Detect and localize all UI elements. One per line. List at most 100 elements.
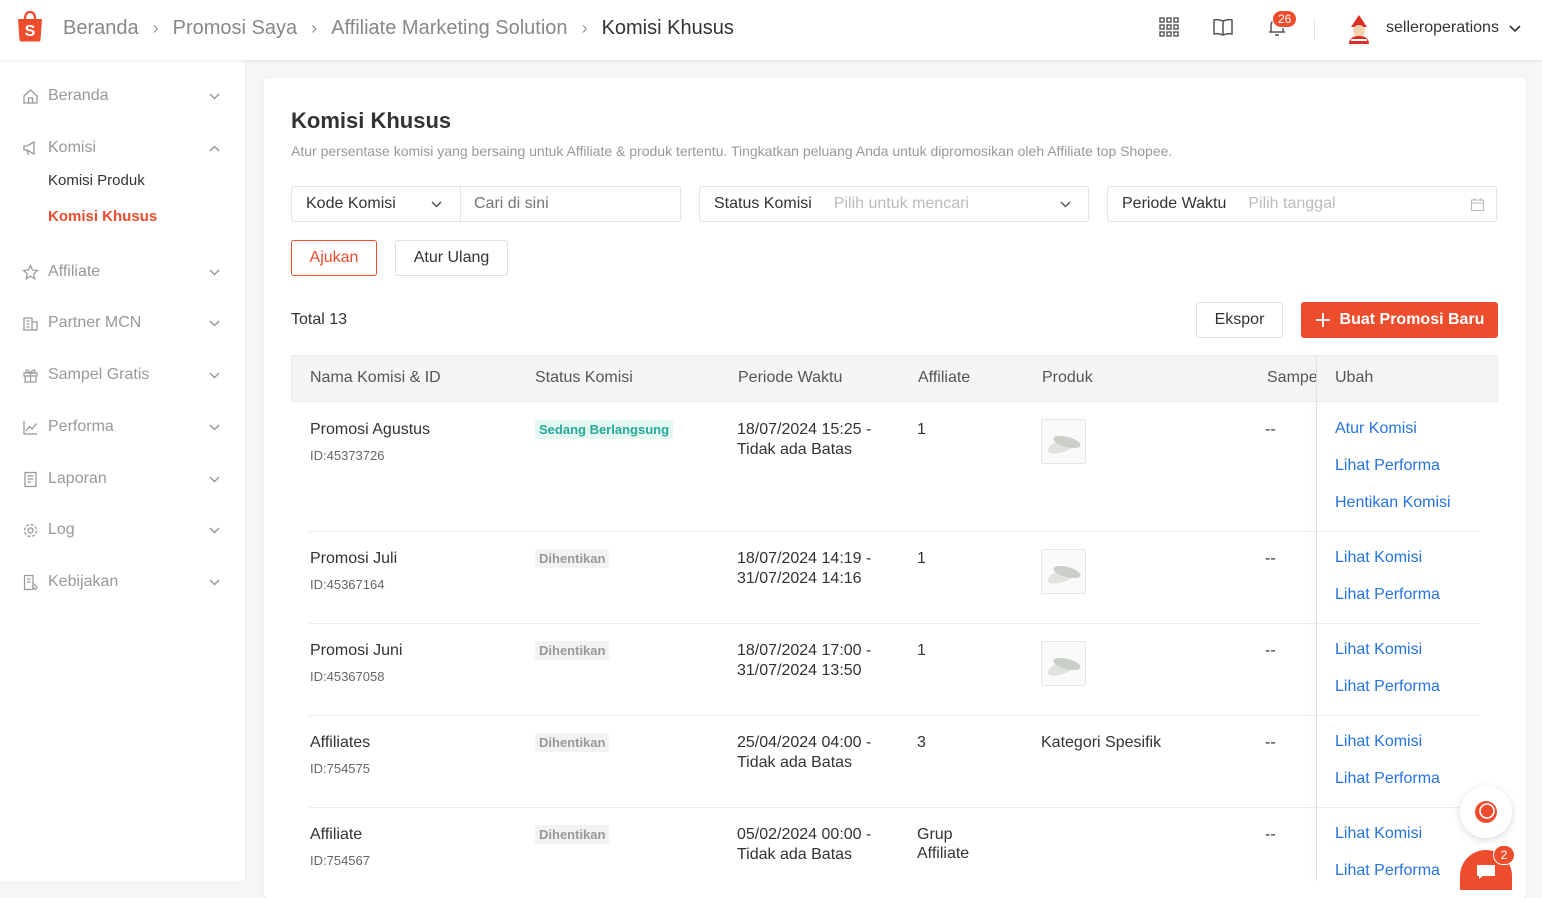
sidebar-item-label: Affiliate <box>48 263 101 280</box>
product-thumbnail[interactable] <box>1041 641 1086 686</box>
sidebar-item-label: Beranda <box>48 87 109 104</box>
chevron-down-icon <box>1060 201 1071 208</box>
view-commission-link[interactable]: Lihat Komisi <box>1335 825 1422 843</box>
sidebar-item-label: Performa <box>48 418 114 435</box>
status-badge: Dihentikan <box>535 825 610 844</box>
commission-name: Promosi Juni <box>310 642 403 659</box>
reset-button[interactable]: Atur Ulang <box>395 240 508 276</box>
commission-id: ID:45373726 <box>310 448 385 463</box>
commission-id: ID:45367058 <box>310 669 385 684</box>
chevron-down-icon[interactable] <box>1508 22 1522 36</box>
breadcrumb: Beranda › Promosi Saya › Affiliate Marke… <box>63 17 734 40</box>
status-badge: Sedang Berlangsung <box>535 420 674 439</box>
product-thumbnail[interactable] <box>1041 419 1086 464</box>
view-performance-link[interactable]: Lihat Performa <box>1335 457 1440 475</box>
chevron-down-icon[interactable] <box>208 576 221 589</box>
chevron-right-icon: › <box>152 18 159 38</box>
sandal-product-image <box>1047 435 1081 454</box>
commission-name: Promosi Juli <box>310 550 398 567</box>
chevron-down-icon[interactable] <box>208 90 221 103</box>
chevron-right-icon: › <box>311 18 318 38</box>
shopee-logo-icon[interactable]: S <box>15 10 45 42</box>
chevron-down-icon[interactable] <box>208 524 221 537</box>
view-performance-link[interactable]: Lihat Performa <box>1335 862 1440 880</box>
sidebar-item-policy[interactable]: Kebijakan <box>22 573 118 591</box>
breadcrumb-affiliate[interactable]: Affiliate Marketing Solution <box>331 17 567 40</box>
affiliate-value-line1: Grup <box>917 826 953 843</box>
notification-badge: 26 <box>1272 10 1298 28</box>
period-end: Tidak ada Batas <box>737 441 853 458</box>
sidebar-item-log[interactable]: Log <box>22 521 75 539</box>
affiliate-value: 1 <box>917 421 926 438</box>
period-start: 25/04/2024 04:00 - <box>737 734 872 751</box>
chevron-down-icon[interactable] <box>208 317 221 330</box>
period-start: 05/02/2024 00:00 - <box>737 826 872 843</box>
commission-code-select[interactable]: Kode Komisi <box>292 187 461 221</box>
affiliate-value-line2: Affiliate <box>917 845 970 862</box>
sidebar-item-label: Laporan <box>48 470 107 487</box>
username[interactable]: selleroperations <box>1386 19 1499 37</box>
sidebar-item-home[interactable]: Beranda <box>22 87 109 105</box>
total-count: Total 13 <box>291 311 348 328</box>
commission-id: ID:754567 <box>310 853 370 868</box>
sidebar-item-commission[interactable]: Komisi <box>22 139 96 157</box>
chevron-down-icon[interactable] <box>208 266 221 279</box>
sidebar-item-partner-mcn[interactable]: Partner MCN <box>22 314 141 332</box>
view-commission-link[interactable]: Lihat Komisi <box>1335 641 1422 659</box>
stop-commission-link[interactable]: Hentikan Komisi <box>1335 494 1451 512</box>
help-fab[interactable] <box>1460 786 1512 838</box>
commission-code-filter: Kode Komisi <box>291 186 681 222</box>
export-button[interactable]: Ekspor <box>1196 302 1283 338</box>
period-filter[interactable]: Periode Waktu Pilih tanggal <box>1107 186 1497 222</box>
chevron-down-icon[interactable] <box>208 369 221 382</box>
view-performance-link[interactable]: Lihat Performa <box>1335 678 1440 696</box>
period-start: 18/07/2024 14:19 - <box>737 550 872 567</box>
book-icon[interactable] <box>1212 16 1234 38</box>
status-badge: Dihentikan <box>535 733 610 752</box>
plus-icon <box>1315 313 1330 327</box>
status-badge: Dihentikan <box>535 641 610 660</box>
avatar[interactable] <box>1345 13 1373 45</box>
gear-icon <box>23 523 38 537</box>
view-commission-link[interactable]: Lihat Komisi <box>1335 549 1422 567</box>
commission-name: Promosi Agustus <box>310 421 431 438</box>
chart-line-icon <box>23 420 38 435</box>
sidebar-item-performance[interactable]: Performa <box>22 418 114 436</box>
product-thumbnail[interactable] <box>1041 549 1086 594</box>
sidebar-item-label: Komisi <box>48 139 97 156</box>
column-header-affiliate: Affiliate <box>918 369 971 386</box>
view-performance-link[interactable]: Lihat Performa <box>1335 770 1440 788</box>
sidebar-item-free-sample[interactable]: Sampel Gratis <box>22 366 149 384</box>
sidebar-subitem-special-commission[interactable]: Komisi Khusus <box>48 208 157 225</box>
set-commission-link[interactable]: Atur Komisi <box>1335 420 1417 438</box>
chevron-down-icon[interactable] <box>208 473 221 486</box>
apps-grid-icon[interactable] <box>1158 16 1180 38</box>
view-commission-link[interactable]: Lihat Komisi <box>1335 733 1422 751</box>
period-end: Tidak ada Batas <box>737 754 853 771</box>
header-divider <box>1314 18 1315 40</box>
breadcrumb-home[interactable]: Beranda <box>63 17 139 40</box>
sidebar-subitem-product-commission[interactable]: Komisi Produk <box>48 172 145 189</box>
period-end: 31/07/2024 14:16 <box>737 570 862 587</box>
sample-value: -- <box>1265 642 1276 659</box>
status-filter[interactable]: Status Komisi Pilih untuk mencari <box>699 186 1089 222</box>
breadcrumb-my-promotions[interactable]: Promosi Saya <box>173 17 298 40</box>
submit-button[interactable]: Ajukan <box>291 240 377 276</box>
column-header-status: Status Komisi <box>535 369 633 386</box>
chat-icon <box>1477 865 1495 879</box>
status-badge: Dihentikan <box>535 549 610 568</box>
view-performance-link[interactable]: Lihat Performa <box>1335 586 1440 604</box>
column-header-period: Periode Waktu <box>738 369 843 386</box>
chevron-down-icon[interactable] <box>208 421 221 434</box>
chevron-up-icon[interactable] <box>208 142 221 155</box>
report-icon <box>24 471 37 487</box>
sidebar-item-affiliate[interactable]: Affiliate <box>22 263 100 281</box>
sidebar-item-report[interactable]: Laporan <box>22 470 107 488</box>
affiliate-value: 1 <box>917 642 926 659</box>
create-promotion-button[interactable]: Buat Promosi Baru <box>1301 302 1498 338</box>
period-end: 31/07/2024 13:50 <box>737 662 862 679</box>
search-input[interactable] <box>461 187 671 221</box>
star-icon <box>22 263 39 280</box>
column-header-product: Produk <box>1042 369 1093 386</box>
sidebar-item-label: Sampel Gratis <box>48 366 150 383</box>
